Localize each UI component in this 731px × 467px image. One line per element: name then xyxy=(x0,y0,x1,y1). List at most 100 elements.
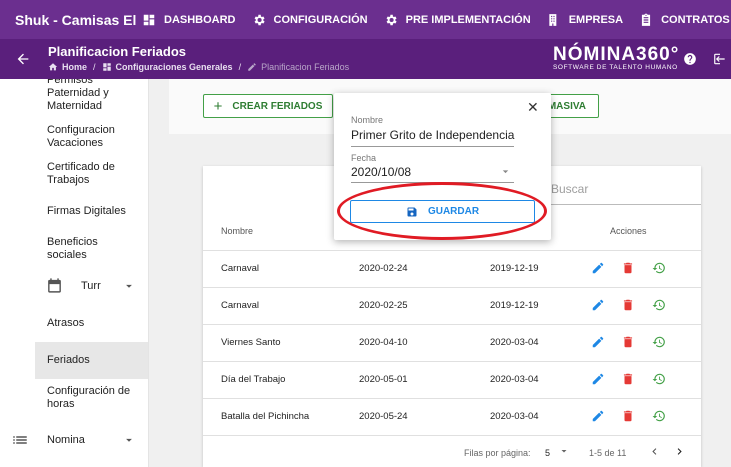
date-field-label: Fecha xyxy=(351,153,377,163)
delete-button[interactable] xyxy=(621,261,635,275)
breadcrumb-configuraciones[interactable]: Configuraciones Generales xyxy=(116,62,233,72)
rows-per-page-select[interactable]: 5 xyxy=(545,448,550,458)
chevron-down-icon[interactable] xyxy=(122,279,136,298)
nav-dashboard[interactable]: DASHBOARD xyxy=(142,13,236,27)
history-button[interactable] xyxy=(652,335,666,349)
trash-icon xyxy=(623,336,633,348)
company-name[interactable]: Shuk - Camisas El xyxy=(0,12,140,28)
table-row: Batalla del Pichincha 2020-05-24 2020-03-0… xyxy=(203,399,701,436)
logout-button[interactable] xyxy=(713,52,727,66)
history-button[interactable] xyxy=(652,409,666,423)
help-button[interactable] xyxy=(683,52,697,66)
nav-pre-implementacion[interactable]: PRE IMPLEMENTACIÓN xyxy=(384,13,531,27)
nav-empresa-label: EMPRESA xyxy=(568,13,624,26)
cell-fecha: 2020-05-24 xyxy=(359,411,408,422)
nav-contratos-label: CONTRATOS xyxy=(661,13,730,26)
breadcrumb-current: Planificacion Feriados xyxy=(261,62,350,72)
chevron-down-icon[interactable] xyxy=(558,445,570,459)
sidebar-item-horas[interactable]: Configuración de horas xyxy=(47,385,142,411)
delete-button[interactable] xyxy=(621,372,635,386)
dashboard-icon xyxy=(143,14,155,25)
cell-nombre: Carnaval xyxy=(221,263,260,274)
edit-button[interactable] xyxy=(591,409,605,423)
sidebar-item-atrasos[interactable]: Atrasos xyxy=(47,317,84,330)
edit-button[interactable] xyxy=(591,298,605,312)
dashboard-icon xyxy=(102,63,111,71)
list-icon xyxy=(11,431,29,454)
create-feriados-button[interactable]: + CREAR FERIADOS xyxy=(203,94,333,118)
search-underline xyxy=(551,204,701,205)
sidebar-item-vacaciones[interactable]: Configuracion Vacaciones xyxy=(47,124,142,150)
sidebar: Permisos Paternidad y Maternidad Configu… xyxy=(0,79,149,467)
chevron-down-icon[interactable] xyxy=(499,165,512,183)
nav-dashboard-label: DASHBOARD xyxy=(164,13,236,26)
history-icon xyxy=(652,336,665,348)
cell-fecha-registro: 2020-03-04 xyxy=(490,411,539,422)
help-icon xyxy=(684,53,696,65)
edit-button[interactable] xyxy=(591,335,605,349)
delete-button[interactable] xyxy=(621,409,635,423)
sidebar-item-firmas[interactable]: Firmas Digitales xyxy=(47,205,142,218)
create-feriados-label: CREAR FERIADOS xyxy=(232,100,323,112)
breadcrumb-separator: / xyxy=(93,62,96,72)
arrow-left-icon xyxy=(17,53,29,65)
guardar-label: GUARDAR xyxy=(427,206,480,217)
home-icon xyxy=(48,63,58,71)
cell-fecha-registro: 2020-03-04 xyxy=(490,337,539,348)
nav-pre-implementacion-label: PRE IMPLEMENTACIÓN xyxy=(405,13,531,26)
header-acciones: Acciones xyxy=(610,226,647,236)
history-button[interactable] xyxy=(652,372,666,386)
cell-fecha: 2020-02-25 xyxy=(359,300,408,311)
pencil-icon xyxy=(248,63,256,71)
trash-icon xyxy=(623,410,633,422)
date-field[interactable]: 2020/10/08 xyxy=(351,165,411,179)
chevron-right-icon xyxy=(677,448,682,455)
breadcrumb-separator: / xyxy=(238,62,242,72)
gear-icon xyxy=(254,14,265,25)
name-field-underline xyxy=(351,146,514,147)
sidebar-item-turnos[interactable]: Turr xyxy=(81,280,101,293)
date-field-underline xyxy=(351,182,514,183)
logo-tagline: SOFTWARE DE TALENTO HUMANO xyxy=(553,64,678,71)
nav-configuracion-label: CONFIGURACIÓN xyxy=(273,13,368,26)
chevron-left-icon xyxy=(652,448,657,455)
sidebar-item-nomina[interactable]: Nomina xyxy=(47,434,85,447)
name-field[interactable]: Primer Grito de Independencia xyxy=(351,128,514,142)
history-button[interactable] xyxy=(652,298,666,312)
prev-page-button[interactable] xyxy=(648,445,661,460)
nav-configuracion[interactable]: CONFIGURACIÓN xyxy=(252,13,368,27)
close-icon[interactable]: ✕ xyxy=(527,99,539,116)
sidebar-item-feriados[interactable]: Feriados xyxy=(47,354,90,367)
back-button[interactable] xyxy=(15,51,31,67)
next-page-button[interactable] xyxy=(673,445,686,460)
search-input[interactable]: Buscar xyxy=(551,182,588,196)
pagination-range: 1-5 de 11 xyxy=(589,448,627,458)
page-header: Planificacion Feriados Home / Configurac… xyxy=(0,39,731,79)
save-icon xyxy=(407,207,417,216)
cell-fecha: 2020-05-01 xyxy=(359,374,408,385)
cell-fecha: 2020-02-24 xyxy=(359,263,408,274)
table-row: Carnaval 2020-02-24 2019-12-19 xyxy=(203,251,701,288)
chevron-down-icon[interactable] xyxy=(122,433,136,452)
sidebar-item-certificado[interactable]: Certificado de Trabajos xyxy=(47,161,137,187)
header-nombre[interactable]: Nombre xyxy=(221,226,253,236)
trash-icon xyxy=(623,262,633,274)
history-icon xyxy=(652,410,665,422)
table-row: Viernes Santo 2020-04-10 2020-03-04 xyxy=(203,325,701,362)
guardar-button[interactable]: GUARDAR xyxy=(350,200,535,223)
edit-button[interactable] xyxy=(591,261,605,275)
history-button[interactable] xyxy=(652,261,666,275)
contract-icon xyxy=(642,13,651,26)
top-navbar: Shuk - Camisas El DASHBOARD CONFIGURACIÓ… xyxy=(0,0,731,39)
cell-nombre: Carnaval xyxy=(221,300,260,311)
breadcrumb-home[interactable]: Home xyxy=(62,62,87,72)
delete-button[interactable] xyxy=(621,298,635,312)
sidebar-item-beneficios[interactable]: Beneficios sociales xyxy=(47,236,127,262)
edit-button[interactable] xyxy=(591,372,605,386)
edit-holiday-popup: ✕ Nombre Primer Grito de Independencia F… xyxy=(334,93,551,240)
calendar-icon xyxy=(46,277,63,299)
delete-button[interactable] xyxy=(621,335,635,349)
nav-empresa[interactable]: EMPRESA xyxy=(547,13,623,27)
nav-contratos[interactable]: CONTRATOS xyxy=(639,13,730,27)
sidebar-item-permisos[interactable]: Permisos Paternidad y Maternidad xyxy=(47,79,137,113)
